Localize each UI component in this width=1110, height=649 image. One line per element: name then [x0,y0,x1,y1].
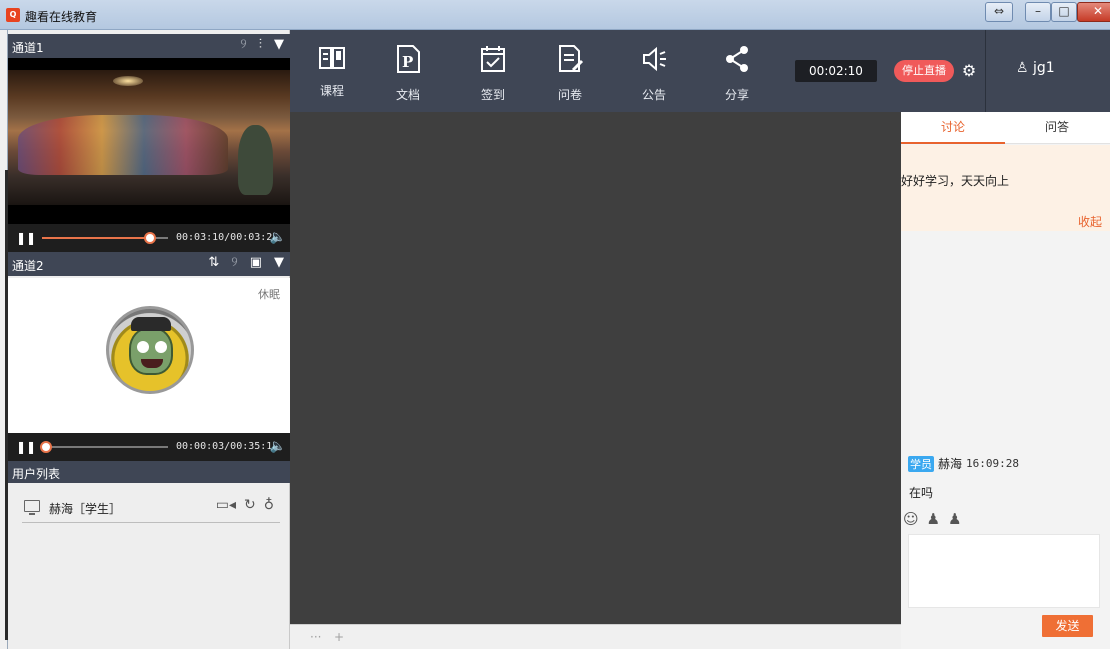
megaphone-icon [643,46,666,72]
more-icon[interactable]: ··· [310,630,321,644]
user-row[interactable]: 赫海［学生］ ▭◂ ↻ ♁ [22,493,280,523]
progress-played [42,237,151,239]
minimize-button[interactable]: – [1025,2,1051,22]
announcement-box: 好好学习，天天向上 收起 [901,145,1110,231]
user-panel[interactable]: ♙ jg1 [985,30,1110,112]
user-name-label: jg1 [1033,60,1055,76]
pause-icon[interactable]: ❚❚ [16,231,36,245]
send-button[interactable]: 发送 [1042,615,1093,637]
channel2-time: 00:00:03/00:35:11 [176,441,279,452]
tool-checkin-label: 签到 [480,88,505,102]
chat-input[interactable] [908,534,1100,608]
monitor-icon [24,500,40,515]
sleep-tag: 休眠 [258,288,280,301]
channel2-video[interactable]: 休眠 [8,278,290,433]
channel2-label: 通道2 [12,259,44,273]
channel1-player-bar: ❚❚ 00:03:10/00:03:28 🔈 [8,224,290,252]
swap-icon[interactable]: ⇅ [208,255,219,270]
channel1-video[interactable] [8,58,290,224]
calendar-check-icon [481,46,505,72]
chat-tools: ☺ ♟ ♟ [903,510,962,528]
document-p-icon: P [397,45,420,73]
mute-user-icon[interactable]: ♟ [927,510,940,528]
pause-icon[interactable]: ❚❚ [16,440,36,454]
channel2-header: 通道2 ⇅ ୨ ▣ ▼ [8,252,290,276]
questionnaire-icon [559,45,584,72]
ear-icon[interactable]: ୨ [231,255,237,270]
mixer-icon[interactable]: ⫶ [259,37,262,52]
user-account[interactable]: ♙ jg1 [1016,60,1055,76]
message-meta: 学员 赫海 16:09:28 [908,455,1019,472]
channel1-label: 通道1 [12,41,44,55]
live-timer: 00:02:10 [795,60,877,82]
ear-icon[interactable]: ୨ [240,37,246,52]
title-bar: Q 趣看在线教育 ⇔ – □ ✕ [0,0,1110,30]
userlist-header: 用户列表 [8,461,290,483]
dropdown-arrow-icon[interactable]: ▼ [274,37,284,52]
maximize-button[interactable]: □ [1051,2,1077,22]
volume-icon[interactable]: 🔈 [270,439,286,454]
emoji-icon[interactable]: ☺ [903,510,919,528]
dropdown-arrow-icon[interactable]: ▼ [274,255,284,270]
message-text: 在吗 [909,486,934,500]
left-edge [0,30,8,649]
channel1-time: 00:03:10/00:03:28 [176,232,279,243]
add-page-icon[interactable]: + [334,630,344,644]
stop-live-button[interactable]: 停止直播 [894,60,954,82]
main-stage[interactable] [290,112,901,624]
tool-document[interactable]: P 文档 [380,30,436,112]
svg-text:P: P [402,53,413,71]
app-logo-icon: Q [6,8,20,22]
refresh-icon[interactable]: ↻ [244,497,256,513]
user-icon: ♙ [1016,60,1034,76]
tool-checkin[interactable]: 签到 [465,30,521,112]
restore-window-button[interactable]: ⇔ [985,2,1013,22]
tab-qa[interactable]: 问答 [1005,112,1109,144]
tool-document-label: 文档 [395,88,420,102]
tool-share-label: 分享 [724,88,749,102]
role-badge: 学员 [908,455,934,472]
tool-course[interactable]: 课程 [304,30,360,112]
tool-share[interactable]: 分享 [709,30,765,112]
message-sender: 赫海 [938,457,963,471]
tool-announcement[interactable]: 公告 [626,30,682,112]
remove-user-icon[interactable]: ♁ [264,497,274,513]
share-icon [726,46,748,72]
chat-panel: 讨论 问答 好好学习，天天向上 收起 学员 赫海 16:09:28 在吗 ☺ ♟… [901,112,1110,649]
progress-knob[interactable] [39,441,52,453]
channel2-player-bar: ❚❚ 00:00:03/00:35:11 🔈 [8,433,290,461]
progress-remaining [45,446,168,448]
user-name: 赫海［学生］ [49,502,122,516]
channel1-header: 通道1 ୨ ⫶ ▼ [8,34,290,58]
screen-icon[interactable]: ▣ [250,255,262,270]
message-time: 16:09:28 [966,457,1019,470]
volume-icon[interactable]: 🔈 [270,230,286,245]
userlist-label: 用户列表 [12,467,61,481]
tab-discussion[interactable]: 讨论 [901,112,1005,144]
close-button[interactable]: ✕ [1077,2,1110,22]
tool-questionnaire-label: 问卷 [557,88,582,102]
progress-knob[interactable] [144,232,157,244]
settings-gear-icon[interactable]: ⚙ [959,61,979,81]
book-icon [319,47,345,69]
mute-all-icon[interactable]: ♟ [948,510,961,528]
announcement-text: 好好学习，天天向上 [901,174,1010,188]
window-title: 趣看在线教育 [25,10,98,24]
camera-icon[interactable]: ▭◂ [216,497,236,513]
tool-announcement-label: 公告 [641,88,666,102]
collapse-link[interactable]: 收起 [1078,213,1102,230]
zombie-avatar [106,306,194,394]
page-bar: ··· + [290,624,901,649]
tool-questionnaire[interactable]: 问卷 [542,30,598,112]
left-panel: 通道1 ୨ ⫶ ▼ ❚❚ 00:03:10/00:03:28 🔈 通道2 ⇅ ୨… [8,30,290,649]
tool-course-label: 课程 [319,84,344,98]
top-toolbar: 课程 P 文档 签到 问卷 公告 分享 00:02:10 停止直播 ⚙ [290,30,985,112]
chat-tabs: 讨论 问答 [901,112,1110,144]
